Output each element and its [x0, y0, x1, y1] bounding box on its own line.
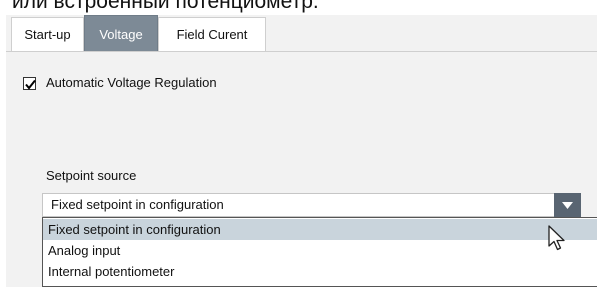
check-icon [25, 79, 36, 90]
option-analog-input[interactable]: Analog input [43, 240, 597, 261]
mouse-pointer-icon [548, 225, 565, 251]
setpoint-source-select[interactable]: Fixed setpoint in configuration [42, 193, 568, 217]
setpoint-selected-value: Fixed setpoint in configuration [51, 197, 224, 212]
option-internal-potentiometer[interactable]: Internal potentiometer [43, 261, 597, 282]
avr-label: Automatic Voltage Regulation [46, 75, 217, 90]
tab-start-up[interactable]: Start-up [11, 17, 84, 51]
settings-window: Start-up Voltage Field Curent Automatic … [6, 15, 597, 287]
page-caption: или встроенный потенциометр. [12, 0, 319, 13]
option-fixed-setpoint[interactable]: Fixed setpoint in configuration [43, 219, 597, 240]
dropdown-button[interactable] [554, 193, 581, 217]
voltage-panel: Automatic Voltage Regulation Setpoint so… [6, 52, 597, 287]
tab-voltage[interactable]: Voltage [84, 15, 158, 52]
tab-field-current[interactable]: Field Curent [158, 17, 266, 51]
setpoint-options-list: Fixed setpoint in configuration Analog i… [42, 217, 597, 287]
tab-bar: Start-up Voltage Field Curent [6, 15, 597, 52]
chevron-down-icon [562, 202, 573, 209]
avr-checkbox[interactable] [23, 77, 36, 90]
setpoint-source-label: Setpoint source [46, 168, 137, 183]
